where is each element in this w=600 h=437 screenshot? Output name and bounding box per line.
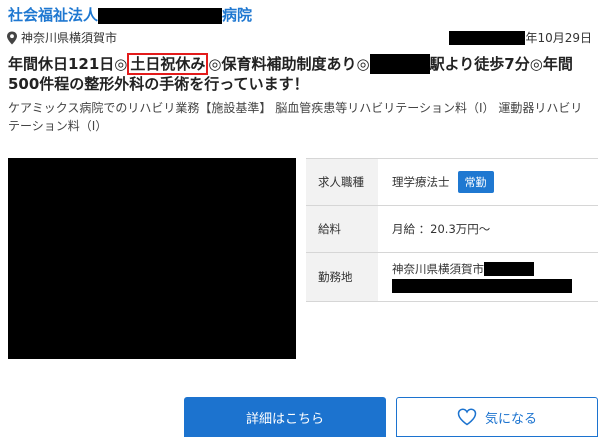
heart-icon xyxy=(457,408,477,426)
job-headline[interactable]: 年間休日121日◎ 土日祝休み ◎保育料補助制度あり◎ 駅より徒歩7分◎年間500件… xyxy=(8,53,598,94)
detail-button[interactable]: 詳細はこちら xyxy=(184,397,386,437)
job-info-table: 求人職種 理学療法士 常勤 給料 月給 ：20.3万円〜 勤務地 神奈川県横須賀… xyxy=(306,158,598,302)
employer-suffix: 病院 xyxy=(222,6,253,24)
info-row-job-type: 求人職種 理学療法士 常勤 xyxy=(306,159,598,206)
info-row-salary: 給料 月給 ：20.3万円〜 xyxy=(306,206,598,253)
job-type-label: 求人職種 xyxy=(306,159,378,205)
highlighted-holiday-text: 土日祝休み xyxy=(127,53,209,75)
location-row: 神奈川県横須賀市 xyxy=(6,29,117,46)
map-pin-icon xyxy=(7,31,17,44)
workplace-line-1: 神奈川県横須賀市 xyxy=(392,261,534,277)
redacted-employer-name xyxy=(98,7,223,24)
job-type-value: 理学療法士 xyxy=(392,175,450,189)
redacted-station xyxy=(369,54,430,74)
favorite-label: 気になる xyxy=(484,411,537,427)
job-photo-redacted xyxy=(8,158,296,359)
posted-date: 年10月29日 xyxy=(449,29,592,46)
date-text: 年10月29日 xyxy=(525,31,592,45)
headline-part1: 年間休日121日◎ xyxy=(8,55,128,73)
salary-label: 給料 xyxy=(306,206,378,252)
employer-prefix: 社会福祉法人 xyxy=(8,6,99,24)
employer-name[interactable]: 社会福祉法人 病院 xyxy=(8,4,252,25)
headline-part2: ◎保育料補助制度あり◎ xyxy=(208,55,370,73)
workplace-value: 神奈川県横須賀市 xyxy=(392,262,484,276)
salary-value: 月給 ：20.3万円〜 xyxy=(392,222,491,236)
employment-type-badge: 常勤 xyxy=(457,171,494,193)
favorite-button[interactable]: 気になる xyxy=(396,397,598,437)
job-type-value-cell: 理学療法士 常勤 xyxy=(378,159,598,205)
redacted-year xyxy=(449,31,526,45)
location-text: 神奈川県横須賀市 xyxy=(21,31,118,45)
info-row-workplace: 勤務地 神奈川県横須賀市 xyxy=(306,253,598,302)
redacted-address-line-2 xyxy=(392,279,572,293)
job-description: ケアミックス病院でのリハビリ業務【施設基準】 脳血管疾患等リハビリテーション料（… xyxy=(8,101,583,133)
workplace-label: 勤務地 xyxy=(306,253,378,301)
workplace-value-cell: 神奈川県横須賀市 xyxy=(378,253,598,301)
redacted-address xyxy=(484,262,534,276)
